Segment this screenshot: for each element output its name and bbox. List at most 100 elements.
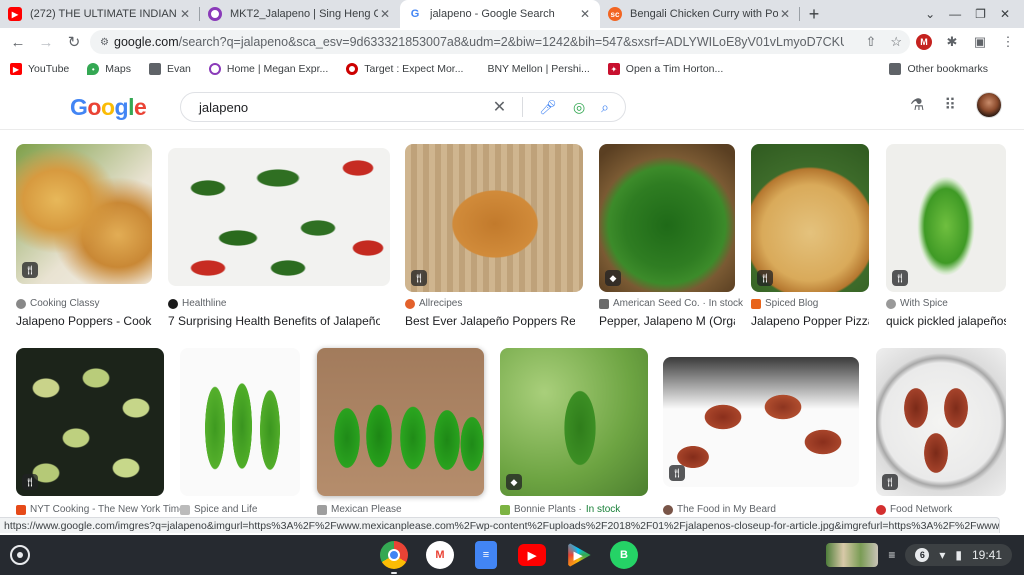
result-source: NYT Cooking - The New York Times [30,504,190,515]
chrome-icon[interactable] [380,541,408,574]
minimize-icon[interactable]: — [949,7,961,21]
bookmark-star-icon[interactable]: ☆ [890,34,902,50]
share-icon[interactable]: ⇧ [865,34,876,50]
result-source: Allrecipes [419,298,463,309]
result-image[interactable]: 🍴︎ [405,144,583,292]
recipe-badge-icon: 🍴︎ [882,474,898,490]
whatsapp-business-icon[interactable]: B [610,541,638,569]
close-tab-icon[interactable]: ✕ [178,7,192,21]
search-query[interactable]: jalapeno [199,100,493,115]
close-tab-icon[interactable]: ✕ [578,7,592,21]
browser-toolbar: ← → ↻ ⚙ google.com/search?q=jalapeno&sca… [0,28,1024,56]
shopping-tag-icon: ◆ [506,474,522,490]
restore-icon[interactable]: ❐ [975,7,986,21]
side-panel-icon[interactable]: ▣ [972,34,988,50]
search-icon[interactable]: ⌕ [601,99,609,116]
close-tab-icon[interactable]: ✕ [778,7,792,21]
address-bar[interactable]: ⚙ google.com/search?q=jalapeno&sca_esv=9… [90,30,910,54]
result-image[interactable]: 🍴︎ [751,144,869,292]
gmail-icon[interactable]: M [426,541,454,569]
lens-icon[interactable]: ◎ [573,99,585,116]
notification-count: 6 [915,548,930,562]
bookmark-tim-hortons[interactable]: ✦ Open a Tim Horton... [607,63,723,75]
site-info-icon[interactable]: ⚙ [100,37,114,48]
source-favicon-icon [599,298,609,309]
result-image[interactable]: 🍴︎ [16,348,164,496]
result-image[interactable]: 🍴︎ [886,144,1006,292]
status-tray[interactable]: ≡ 6 ▾ ▮ 19:41 [826,543,1012,567]
chromeos-shelf: M ≡ ▶ ▶ B ≡ 6 ▾ ▮ 19:41 [0,535,1024,575]
site-favicon-icon [208,63,221,75]
youtube-icon[interactable]: ▶ [518,544,546,566]
result-source: With Spice [900,298,948,309]
tab-youtube[interactable]: ▶ (272) THE ULTIMATE INDIAN CHICKEN ✕ [0,0,200,28]
extensions-puzzle-icon[interactable]: ✱ [944,34,960,50]
result-title[interactable]: Best Ever Jalapeño Poppers Recipe [405,314,575,328]
battery-icon: ▮ [955,548,962,562]
bookmark-target[interactable]: Target : Expect Mor... [346,63,463,75]
apps-grid-icon[interactable]: ⠿ [944,95,956,115]
result-source: Bonnie Plants · [514,504,582,515]
tab-title: jalapeno - Google Search [430,8,555,20]
search-input[interactable]: jalapeno ✕ 🎤︎ ◎ ⌕ [180,92,626,122]
bookmarks-bar: ▶ YouTube • Maps Evan Home | Megan Expr...… [0,56,1024,82]
tab-search-icon[interactable]: ⌄ [925,7,935,21]
close-tab-icon[interactable]: ✕ [378,7,392,21]
extension-m-icon[interactable]: M [916,34,932,50]
launcher-button[interactable] [10,545,30,565]
bookmark-youtube[interactable]: ▶ YouTube [10,63,69,75]
holding-space-thumbnail[interactable] [826,543,879,567]
google-logo[interactable]: Google [70,94,147,121]
result-source: Healthline [182,298,227,309]
reload-button[interactable]: ↻ [60,28,88,56]
in-stock-label: In stock [585,504,621,515]
tab-bengali-curry[interactable]: sc Bengali Chicken Curry with Potatoes ✕ [600,0,800,28]
voice-search-icon[interactable]: 🎤︎ [539,99,557,116]
clear-icon[interactable]: ✕ [493,97,506,117]
folder-icon [148,63,161,75]
result-title[interactable]: Jalapeno Popper Pizza [751,314,869,328]
forward-button[interactable]: → [32,28,60,56]
menu-kebab-icon[interactable]: ⋮ [1000,34,1016,50]
result-image[interactable]: 🍴︎ [16,144,152,284]
source-favicon-icon [886,298,896,309]
result-title[interactable]: 7 Surprising Health Benefits of Jalapeño… [168,314,380,328]
address-url[interactable]: google.com/search?q=jalapeno&sca_esv=9d6… [114,35,844,49]
bookmark-evan[interactable]: Evan [148,63,191,75]
source-favicon-icon [751,298,761,309]
window-controls: ⌄ — ❐ ✕ [925,0,1024,28]
avatar[interactable] [976,92,1002,118]
recipe-badge-icon: 🍴︎ [757,270,773,286]
result-image[interactable]: ◆ [599,144,735,292]
tab-strip: ▶ (272) THE ULTIMATE INDIAN CHICKEN ✕ MK… [0,0,1024,28]
result-image[interactable] [168,148,390,286]
result-title[interactable]: Jalapeno Poppers - Cooking Classy [16,314,152,328]
notes-icon[interactable]: ≡ [888,548,895,562]
back-button[interactable]: ← [4,28,32,56]
result-image[interactable]: ◆ [500,348,648,496]
result-image[interactable]: 🍴︎ [663,357,859,487]
result-title[interactable]: Pepper, Jalapeno M (Organic) [599,314,735,328]
labs-flask-icon[interactable]: ⚗ [910,95,924,115]
bookmark-maps[interactable]: • Maps [87,63,131,75]
quick-settings[interactable]: 6 ▾ ▮ 19:41 [905,544,1012,566]
bookmark-megan[interactable]: Home | Megan Expr... [208,63,328,75]
result-image[interactable]: 🍴︎ [876,348,1006,496]
close-window-icon[interactable]: ✕ [1000,7,1010,21]
result-source: American Seed Co. · In stock [613,298,744,309]
play-store-icon[interactable]: ▶ [568,542,591,568]
wifi-icon: ▾ [939,548,946,562]
source-favicon-icon [663,504,673,515]
tab-google-search[interactable]: G jalapeno - Google Search ✕ [400,0,600,28]
result-title[interactable]: quick pickled jalapeños [886,314,1006,328]
result-image[interactable] [317,348,484,496]
tab-title: MKT2_Jalapeno | Sing Heng Corp [230,8,378,20]
tab-sing-heng[interactable]: MKT2_Jalapeno | Sing Heng Corp ✕ [200,0,400,28]
other-bookmarks[interactable]: Other bookmarks [889,56,988,82]
docs-icon[interactable]: ≡ [475,541,497,569]
recipe-badge-icon: 🍴︎ [411,270,427,286]
bookmark-bny[interactable]: BNY Mellon | Pershi... [487,63,589,75]
link-status-bubble: https://www.google.com/imgres?q=jalapeno… [0,517,1000,533]
new-tab-button[interactable]: + [800,0,828,28]
result-image[interactable] [180,348,300,496]
